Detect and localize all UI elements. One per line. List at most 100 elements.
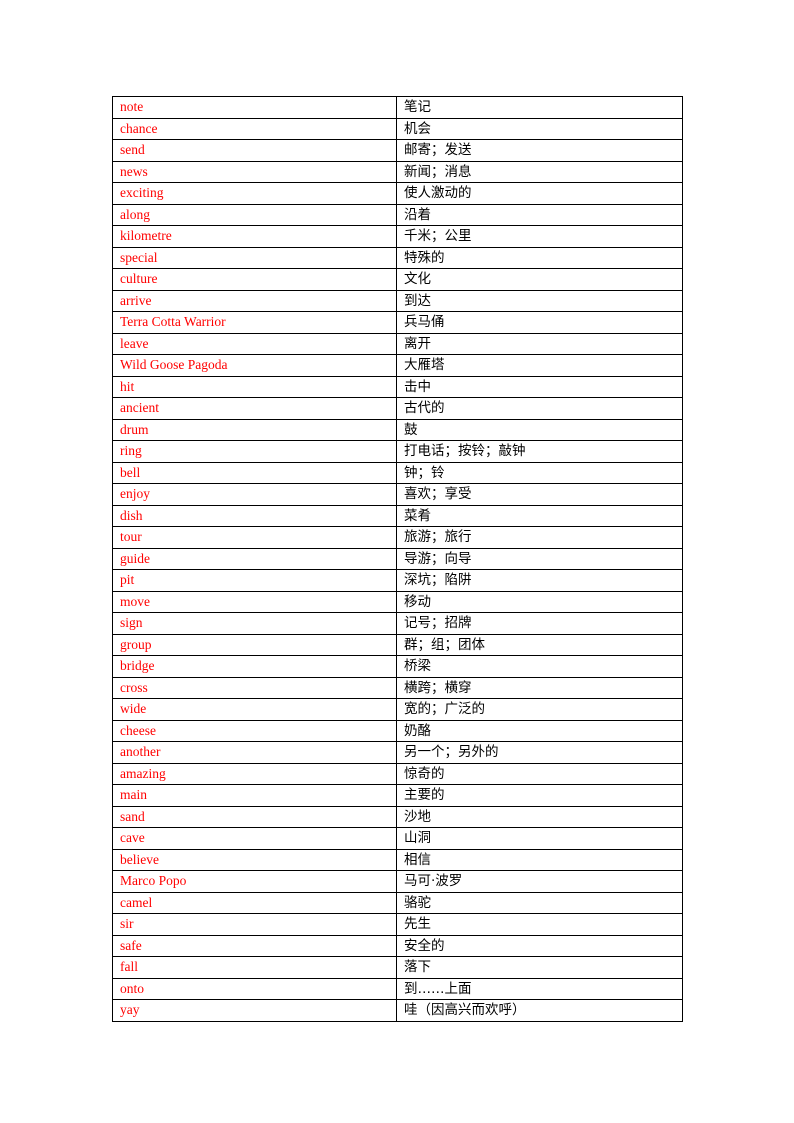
table-row: leave 离开 bbox=[112, 332, 683, 355]
table-row: guide 导游；向导 bbox=[112, 547, 683, 570]
english-word: enjoy bbox=[112, 483, 397, 506]
table-row: drum 鼓 bbox=[112, 418, 683, 441]
table-row: exciting 使人激动的 bbox=[112, 182, 683, 205]
table-row: pit 深坑；陷阱 bbox=[112, 569, 683, 592]
english-word: amazing bbox=[112, 762, 397, 785]
table-row: sign 记号；招牌 bbox=[112, 612, 683, 635]
chinese-meaning: 旅游；旅行 bbox=[396, 526, 683, 549]
chinese-meaning: 马可·波罗 bbox=[396, 870, 683, 893]
english-word: bell bbox=[112, 461, 397, 484]
chinese-meaning: 到……上面 bbox=[396, 977, 683, 1000]
chinese-meaning: 沿着 bbox=[396, 203, 683, 226]
table-row: Wild Goose Pagoda 大雁塔 bbox=[112, 354, 683, 377]
chinese-meaning: 深坑；陷阱 bbox=[396, 569, 683, 592]
chinese-meaning: 兵马俑 bbox=[396, 311, 683, 334]
table-row: enjoy 喜欢；享受 bbox=[112, 483, 683, 506]
chinese-meaning: 记号；招牌 bbox=[396, 612, 683, 635]
chinese-meaning: 哇（因高兴而欢呼） bbox=[396, 999, 683, 1022]
chinese-meaning: 文化 bbox=[396, 268, 683, 291]
table-row: culture 文化 bbox=[112, 268, 683, 291]
table-row: wide 宽的；广泛的 bbox=[112, 698, 683, 721]
table-row: move 移动 bbox=[112, 590, 683, 613]
english-word: cheese bbox=[112, 719, 397, 742]
chinese-meaning: 古代的 bbox=[396, 397, 683, 420]
english-word: send bbox=[112, 139, 397, 162]
english-word: safe bbox=[112, 934, 397, 957]
english-word: cross bbox=[112, 676, 397, 699]
table-row: another 另一个；另外的 bbox=[112, 741, 683, 764]
table-row: sand 沙地 bbox=[112, 805, 683, 828]
table-row: news 新闻；消息 bbox=[112, 160, 683, 183]
chinese-meaning: 邮寄；发送 bbox=[396, 139, 683, 162]
table-row: dish 菜肴 bbox=[112, 504, 683, 527]
english-word: bridge bbox=[112, 655, 397, 678]
english-word: leave bbox=[112, 332, 397, 355]
chinese-meaning: 移动 bbox=[396, 590, 683, 613]
english-word: culture bbox=[112, 268, 397, 291]
english-word: move bbox=[112, 590, 397, 613]
chinese-meaning: 惊奇的 bbox=[396, 762, 683, 785]
table-row: yay 哇（因高兴而欢呼） bbox=[112, 999, 683, 1022]
english-word: group bbox=[112, 633, 397, 656]
chinese-meaning: 离开 bbox=[396, 332, 683, 355]
english-word: note bbox=[112, 96, 397, 119]
table-row: group 群；组；团体 bbox=[112, 633, 683, 656]
table-row: chance 机会 bbox=[112, 117, 683, 140]
english-word: pit bbox=[112, 569, 397, 592]
table-row: Marco Popo 马可·波罗 bbox=[112, 870, 683, 893]
vocabulary-table-body: note 笔记 chance 机会 send 邮寄；发送 news 新闻；消息 exci… bbox=[112, 96, 683, 1022]
english-word: ring bbox=[112, 440, 397, 463]
table-row: send 邮寄；发送 bbox=[112, 139, 683, 162]
english-word: onto bbox=[112, 977, 397, 1000]
english-word: Marco Popo bbox=[112, 870, 397, 893]
table-row: ring 打电话；按铃；敲钟 bbox=[112, 440, 683, 463]
english-word: wide bbox=[112, 698, 397, 721]
table-row: special 特殊的 bbox=[112, 246, 683, 269]
english-word: Wild Goose Pagoda bbox=[112, 354, 397, 377]
english-word: yay bbox=[112, 999, 397, 1022]
chinese-meaning: 相信 bbox=[396, 848, 683, 871]
table-row: safe 安全的 bbox=[112, 934, 683, 957]
table-row: cross 横跨；横穿 bbox=[112, 676, 683, 699]
chinese-meaning: 安全的 bbox=[396, 934, 683, 957]
table-row: cave 山洞 bbox=[112, 827, 683, 850]
table-row: amazing 惊奇的 bbox=[112, 762, 683, 785]
english-word: another bbox=[112, 741, 397, 764]
english-word: drum bbox=[112, 418, 397, 441]
table-row: believe 相信 bbox=[112, 848, 683, 871]
table-row: ancient 古代的 bbox=[112, 397, 683, 420]
chinese-meaning: 奶酪 bbox=[396, 719, 683, 742]
chinese-meaning: 山洞 bbox=[396, 827, 683, 850]
table-row: hit 击中 bbox=[112, 375, 683, 398]
english-word: along bbox=[112, 203, 397, 226]
table-row: note 笔记 bbox=[112, 96, 683, 119]
chinese-meaning: 先生 bbox=[396, 913, 683, 936]
english-word: Terra Cotta Warrior bbox=[112, 311, 397, 334]
table-row: camel 骆驼 bbox=[112, 891, 683, 914]
english-word: guide bbox=[112, 547, 397, 570]
table-row: cheese 奶酪 bbox=[112, 719, 683, 742]
table-row: onto 到……上面 bbox=[112, 977, 683, 1000]
chinese-meaning: 特殊的 bbox=[396, 246, 683, 269]
table-row: bell 钟；铃 bbox=[112, 461, 683, 484]
table-row: bridge 桥梁 bbox=[112, 655, 683, 678]
english-word: kilometre bbox=[112, 225, 397, 248]
english-word: sign bbox=[112, 612, 397, 635]
chinese-meaning: 横跨；横穿 bbox=[396, 676, 683, 699]
chinese-meaning: 使人激动的 bbox=[396, 182, 683, 205]
chinese-meaning: 桥梁 bbox=[396, 655, 683, 678]
english-word: chance bbox=[112, 117, 397, 140]
chinese-meaning: 喜欢；享受 bbox=[396, 483, 683, 506]
chinese-meaning: 到达 bbox=[396, 289, 683, 312]
chinese-meaning: 主要的 bbox=[396, 784, 683, 807]
chinese-meaning: 导游；向导 bbox=[396, 547, 683, 570]
table-row: kilometre 千米；公里 bbox=[112, 225, 683, 248]
table-row: arrive 到达 bbox=[112, 289, 683, 312]
english-word: arrive bbox=[112, 289, 397, 312]
english-word: special bbox=[112, 246, 397, 269]
table-row: main 主要的 bbox=[112, 784, 683, 807]
english-word: sand bbox=[112, 805, 397, 828]
english-word: dish bbox=[112, 504, 397, 527]
chinese-meaning: 群；组；团体 bbox=[396, 633, 683, 656]
english-word: main bbox=[112, 784, 397, 807]
